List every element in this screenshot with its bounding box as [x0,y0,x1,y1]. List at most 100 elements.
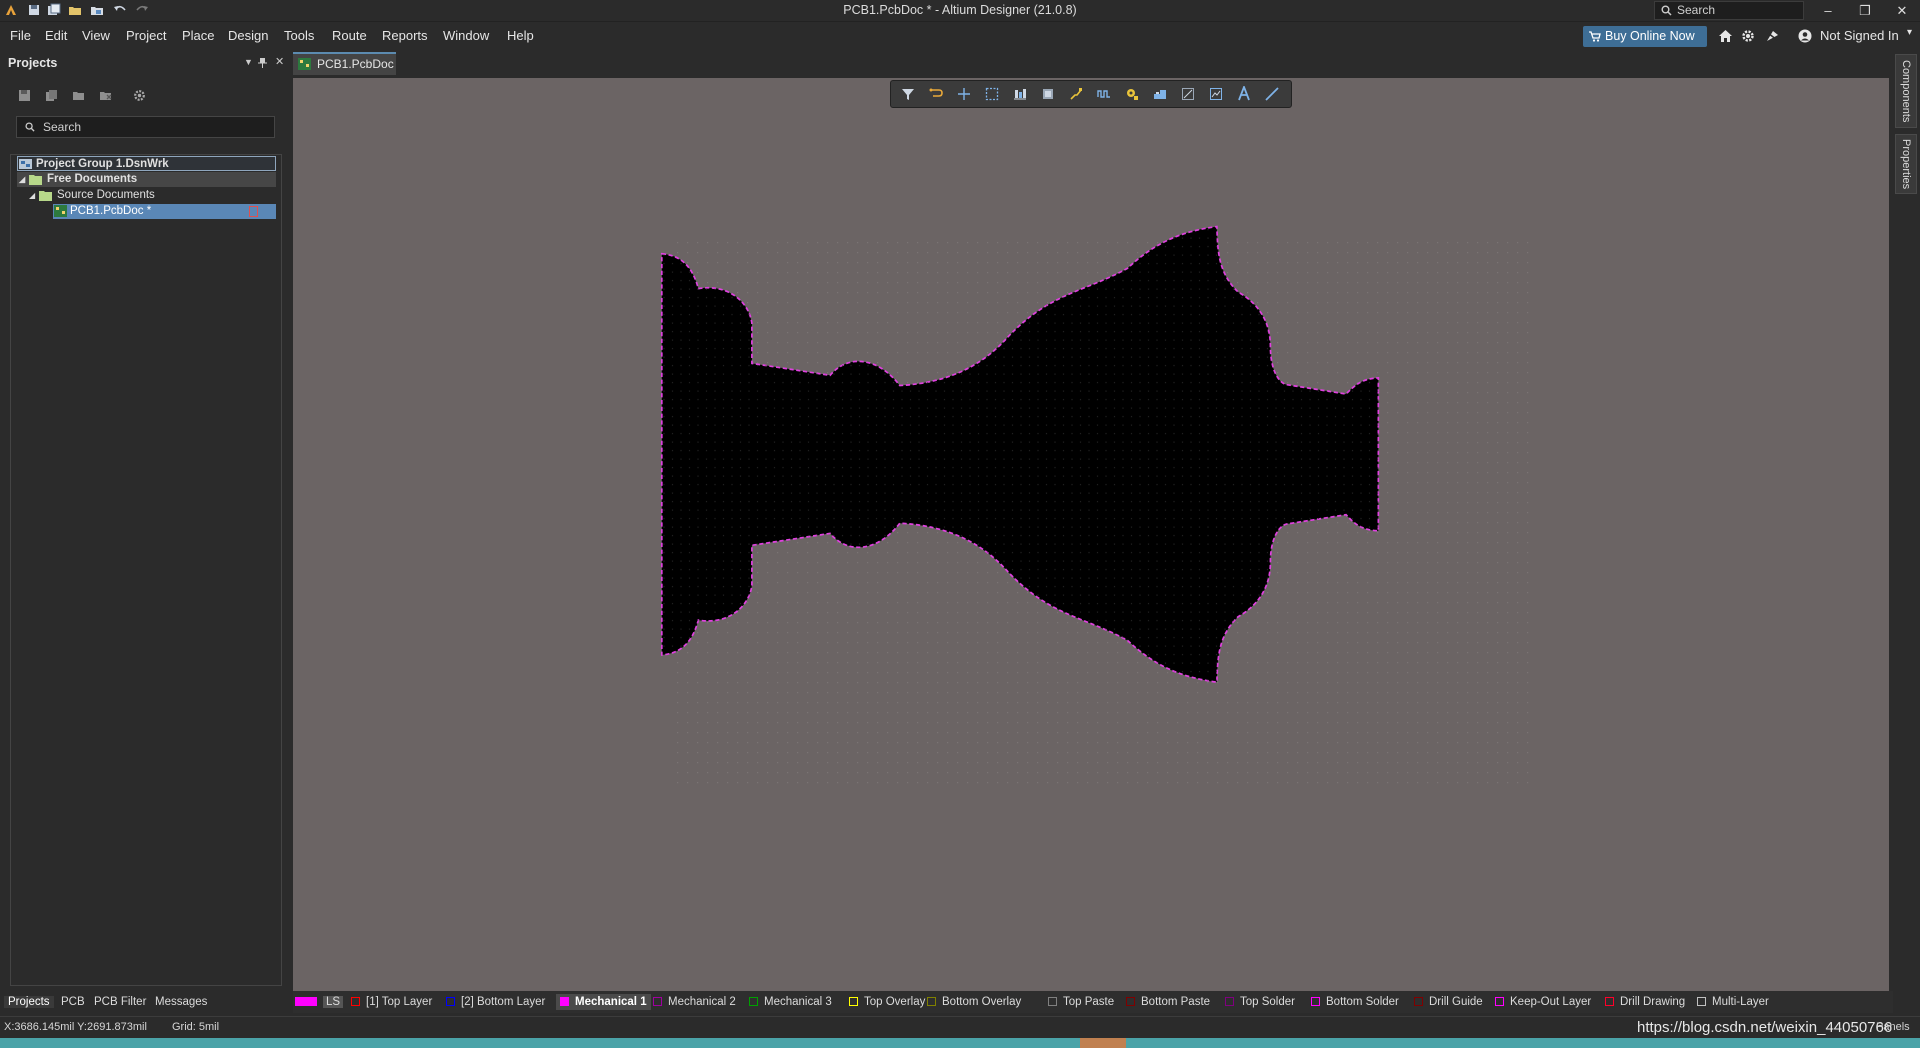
panel-tab-pcb[interactable]: PCB [61,996,85,1008]
crosshair-icon[interactable] [957,87,971,101]
line-icon[interactable] [1265,87,1279,101]
panel-title: Projects [8,56,58,70]
collapse-arrow-icon[interactable]: ◢ [19,172,25,187]
layer-tab-top-paste[interactable]: Top Paste [1048,994,1114,1010]
window-title: PCB1.PcbDoc * - Altium Designer (21.0.8) [843,3,1077,17]
filter-icon[interactable] [901,87,915,101]
layer-tab-mechanical-2[interactable]: Mechanical 2 [653,994,736,1010]
pcb-canvas[interactable] [293,78,1889,991]
menu-tools[interactable]: Tools [284,28,314,43]
tree-item-project-group[interactable]: Project Group 1.DsnWrk [17,156,276,171]
select-area-icon[interactable] [985,87,999,101]
layer-tab-multi-layer[interactable]: Multi-Layer [1697,994,1769,1010]
panels-button[interactable]: Panels [1876,1021,1910,1033]
user-menu-chevron-icon[interactable]: ▾ [1907,27,1912,38]
layer-label: Bottom Solder [1326,996,1399,1008]
blog-watermark: https://blog.csdn.net/weixin_44050766 [1637,1019,1893,1036]
layer-tab-bottom-overlay[interactable]: Bottom Overlay [927,994,1021,1010]
document-tab-pcb1[interactable]: PCB1.PcbDoc * [293,52,396,91]
layer-color-swatch [1605,997,1614,1006]
projects-search-input[interactable]: Search [16,116,275,138]
panel-menu-chevron-icon[interactable]: ▼ [244,57,253,67]
title-bar: PCB1.PcbDoc * - Altium Designer (21.0.8)… [0,0,1920,22]
taskbar-strip [0,1038,1920,1048]
tree-item-source-documents[interactable]: ◢ Source Documents [27,188,276,203]
cursor-coordinates: X:3686.145mil Y:2691.873mil [4,1021,147,1033]
dimension-icon[interactable] [1209,87,1223,101]
buy-online-button[interactable]: Buy Online Now [1583,26,1707,47]
layer-label: Top Overlay [864,996,926,1008]
layer-tab-mechanical-3[interactable]: Mechanical 3 [749,994,832,1010]
collapse-arrow-icon[interactable]: ◢ [29,188,35,203]
fill-icon[interactable] [1153,87,1167,101]
minimize-button[interactable]: – [1808,0,1848,22]
menu-place[interactable]: Place [182,28,215,43]
route-icon[interactable] [929,87,943,101]
user-avatar-icon[interactable] [1798,29,1812,43]
layer-tab-drill-drawing[interactable]: Drill Drawing [1605,994,1685,1010]
close-button[interactable]: ✕ [1882,0,1920,22]
tree-item-label: Free Documents [47,173,138,185]
global-search-input[interactable]: Search [1654,1,1804,20]
panel-close-icon[interactable]: ✕ [275,55,284,68]
keepout-icon[interactable] [1181,87,1195,101]
cart-icon [1589,31,1601,42]
tree-item-free-documents[interactable]: ◢ Free Documents [17,172,276,187]
restore-button[interactable]: ❐ [1845,0,1885,22]
close-project-icon[interactable] [99,89,113,102]
layer-tab-2-bottom-layer[interactable]: [2] Bottom Layer [446,994,545,1010]
interactive-routing-icon[interactable] [1069,87,1083,101]
length-tuning-icon[interactable] [1097,87,1111,101]
layer-tab-top-solder[interactable]: Top Solder [1225,994,1295,1010]
menu-file[interactable]: File [10,28,31,43]
menu-help[interactable]: Help [507,28,534,43]
status-bar: X:3686.145mil Y:2691.873mil Grid: 5mil h… [0,1016,1920,1038]
save-project-icon[interactable] [18,89,31,102]
panel-tab-projects[interactable]: Projects [4,996,54,1008]
pcb-board-view[interactable] [293,78,1889,991]
menu-project[interactable]: Project [126,28,166,43]
layer-label: Top Paste [1063,996,1115,1008]
home-icon[interactable] [1718,29,1733,43]
tree-item-pcb-document[interactable]: PCB1.PcbDoc * [53,204,276,219]
settings-gear-icon[interactable] [1741,29,1755,43]
layer-tab-drill-guide[interactable]: Drill Guide [1414,994,1483,1010]
layer-label: Bottom Overlay [942,996,1022,1008]
menu-edit[interactable]: Edit [45,28,67,43]
menu-view[interactable]: View [82,28,110,43]
menu-reports[interactable]: Reports [382,28,428,43]
grid-size: Grid: 5mil [172,1021,220,1033]
folder-icon [39,191,52,201]
notifications-icon[interactable] [1765,29,1780,43]
layer-color-swatch [1048,997,1057,1006]
buy-online-label: Buy Online Now [1605,29,1695,43]
compile-icon[interactable] [45,89,58,102]
active-bar [890,80,1292,108]
panel-tab-pcb-filter[interactable]: PCB Filter [94,996,146,1008]
user-status[interactable]: Not Signed In [1820,28,1899,43]
panel-tab-bar: Projects PCB PCB Filter Messages [0,993,289,1013]
text-string-icon[interactable] [1237,86,1251,101]
layer-color-swatch [446,997,455,1006]
menu-window[interactable]: Window [443,28,489,43]
align-icon[interactable] [1013,87,1027,101]
layer-tab-keep-out-layer[interactable]: Keep-Out Layer [1495,994,1591,1010]
menu-design[interactable]: Design [228,28,268,43]
layer-tab-ls[interactable]: LS [295,994,344,1010]
panel-tab-messages[interactable]: Messages [155,996,207,1008]
layer-tab-bottom-solder[interactable]: Bottom Solder [1311,994,1399,1010]
panel-settings-gear-icon[interactable] [133,89,146,102]
pin-icon[interactable] [258,58,267,68]
menu-route[interactable]: Route [332,28,367,43]
layer-tab-top-overlay[interactable]: Top Overlay [849,994,925,1010]
properties-panel-tab[interactable]: Properties [1895,134,1917,194]
component-icon[interactable] [1041,87,1055,101]
layer-tab-bottom-paste[interactable]: Bottom Paste [1126,994,1210,1010]
via-icon[interactable] [1125,87,1139,101]
layer-tab-1-top-layer[interactable]: [1] Top Layer [351,994,432,1010]
layer-tab-mechanical-1[interactable]: Mechanical 1 [556,994,651,1010]
project-options-icon[interactable] [72,89,86,102]
project-tree: Project Group 1.DsnWrk ◢ Free Documents … [10,154,282,986]
components-panel-tab[interactable]: Components [1895,54,1917,128]
layer-color-swatch [560,997,569,1006]
